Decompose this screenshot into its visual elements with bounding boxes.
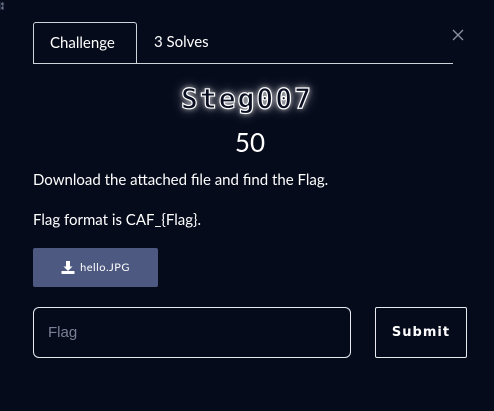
flag-format-text: Flag format is CAF_{Flag}. [33, 211, 202, 229]
file-name: hello.JPG [80, 261, 130, 274]
flag-input[interactable] [33, 307, 351, 358]
tab-challenge[interactable]: Challenge [33, 22, 137, 63]
corner-glyph: ⁑ [0, 3, 5, 13]
challenge-title: Steg007 [180, 81, 313, 115]
submit-button[interactable]: Submit [375, 307, 467, 358]
challenge-points: 50 [234, 126, 266, 158]
download-icon [61, 261, 75, 274]
challenge-description: Download the attached file and find the … [33, 171, 329, 189]
challenge-tabs: Challenge 3 Solves [33, 22, 453, 64]
tab-solves[interactable]: 3 Solves [137, 22, 225, 62]
download-file-button[interactable]: hello.JPG [33, 248, 158, 287]
close-icon[interactable] [452, 29, 466, 43]
